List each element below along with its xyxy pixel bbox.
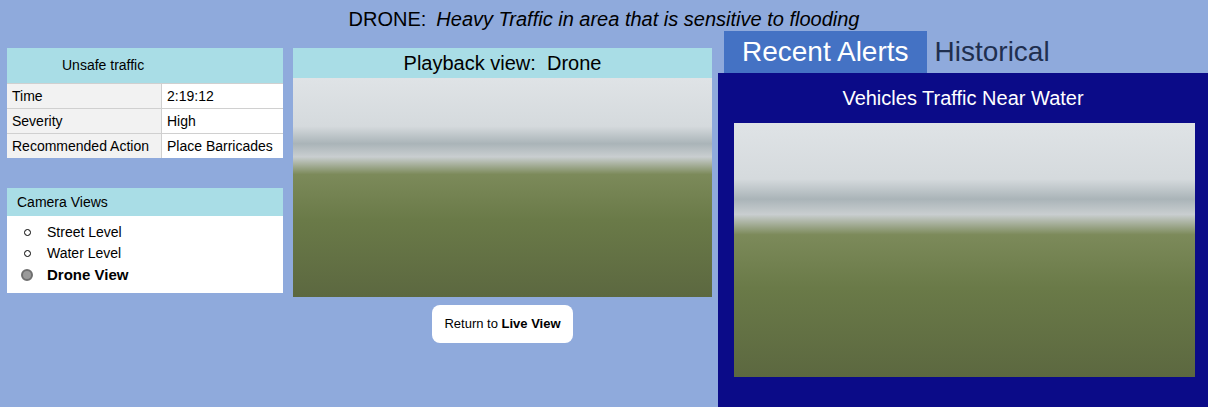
camera-option-label[interactable]: Water Level <box>47 243 121 264</box>
alert-details: Unsafe trafficTime2:19:12SeverityHighRec… <box>7 48 283 158</box>
radio-selected[interactable] <box>21 269 33 281</box>
alert-details-title: Unsafe traffic <box>7 48 283 83</box>
tab[interactable]: Historical <box>927 31 1058 73</box>
detail-label: Recommended Action <box>7 134 162 158</box>
camera-views-title: Camera Views <box>7 188 283 216</box>
playback-title: Playback view: Drone <box>293 48 712 78</box>
alert-panel: Vehicles Traffic Near Water <box>718 73 1208 407</box>
page-header: DRONE: Heavy Traffic in area that is sens… <box>0 0 1208 38</box>
header-title: Heavy Traffic in area that is sensitive … <box>436 4 859 34</box>
playback-column: Playback view: Drone Return to Live View <box>293 38 712 407</box>
detail-label: Time <box>7 84 162 108</box>
radio[interactable] <box>24 229 31 236</box>
alert-panel-title: Vehicles Traffic Near Water <box>718 73 1208 123</box>
detail-row: SeverityHigh <box>7 108 283 133</box>
detail-label: Severity <box>7 109 162 133</box>
radio[interactable] <box>24 250 31 257</box>
camera-options: Street LevelWater LevelDrone View <box>7 216 283 293</box>
alert-snapshot <box>734 123 1195 377</box>
detail-row: Recommended ActionPlace Barricades <box>7 133 283 158</box>
camera-option[interactable]: Drone View <box>7 264 283 287</box>
alerts-column: Recent AlertsHistoricalVehicles Traffic … <box>718 38 1208 407</box>
detail-value: 2:19:12 <box>162 84 283 108</box>
return-live-button[interactable]: Return to Live View <box>432 305 572 343</box>
detail-row: Time2:19:12 <box>7 83 283 108</box>
camera-views: Camera ViewsStreet LevelWater LevelDrone… <box>7 188 283 293</box>
detail-value: High <box>162 109 283 133</box>
tab[interactable]: Recent Alerts <box>724 31 927 73</box>
detail-value: Place Barricades <box>162 134 283 158</box>
tabs: Recent AlertsHistorical <box>718 38 1208 73</box>
camera-option[interactable]: Street Level <box>7 222 283 243</box>
header-prefix: DRONE: <box>349 4 427 34</box>
button-emphasis[interactable]: Live View <box>502 314 561 334</box>
button-prefix[interactable]: Return to <box>444 314 501 334</box>
playback-video <box>293 78 712 297</box>
camera-option-label[interactable]: Drone View <box>47 264 128 287</box>
camera-option-label[interactable]: Street Level <box>47 222 122 243</box>
camera-option[interactable]: Water Level <box>7 243 283 264</box>
left-column: Unsafe trafficTime2:19:12SeverityHighRec… <box>7 38 283 407</box>
main-area: Unsafe trafficTime2:19:12SeverityHighRec… <box>0 38 1208 407</box>
